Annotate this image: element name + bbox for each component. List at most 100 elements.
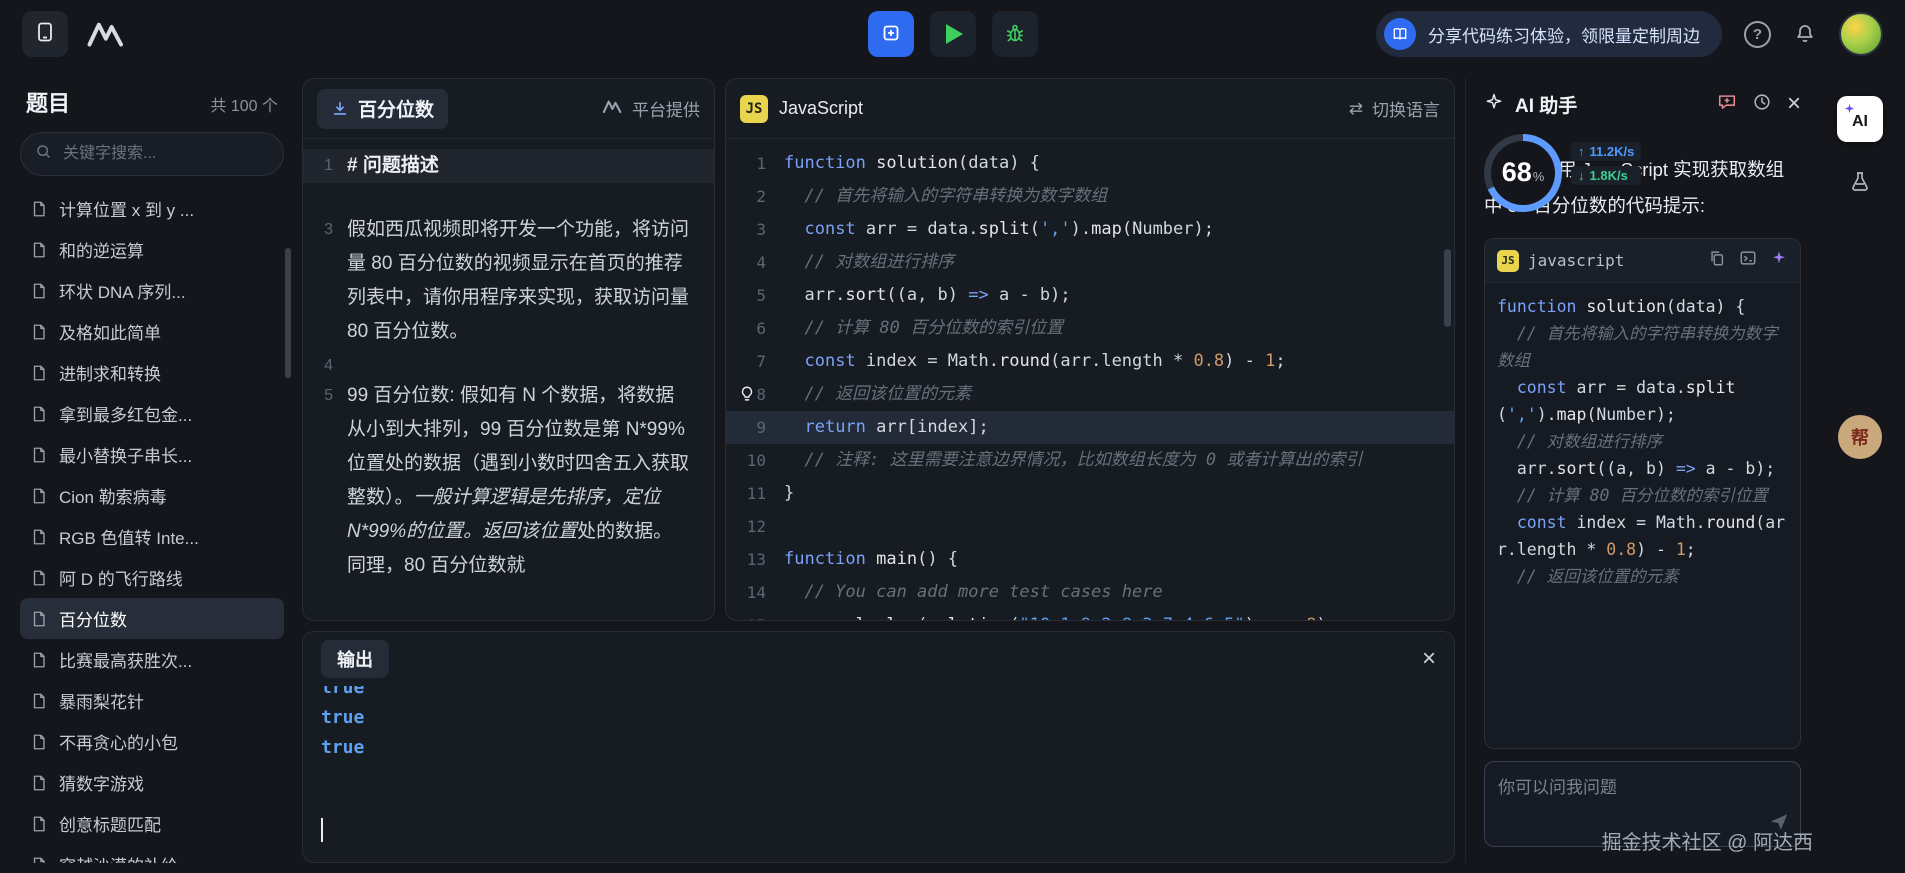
code-token: 1 xyxy=(1265,351,1275,371)
sidebar-item[interactable]: 暴雨梨花针 xyxy=(20,680,284,721)
sidebar-item[interactable]: 穿越沙漠的补给... xyxy=(20,844,284,863)
terminal-cursor xyxy=(321,818,323,842)
code-token: const xyxy=(804,219,855,239)
code-token: (data) { xyxy=(958,153,1040,173)
lightbulb-icon[interactable] xyxy=(738,385,756,407)
language-tab[interactable]: JS JavaScript xyxy=(740,95,863,123)
main: 题目 共 100 个 计算位置 x 到 y ...和的逆运算环状 DNA 序列.… xyxy=(0,68,1905,873)
network-speeds: ↑11.2K/s ↓1.8K/s xyxy=(1571,142,1641,212)
output-line: true xyxy=(321,733,1454,763)
output-line: true xyxy=(321,686,1454,703)
sidebar-item[interactable]: Cion 勒索病毒 xyxy=(20,475,284,516)
download-speed-badge: ↓1.8K/s xyxy=(1571,166,1641,185)
code-editor[interactable]: 1function solution(data) {2 // 首先将输入的字符串… xyxy=(726,139,1454,620)
sidebar: 题目 共 100 个 计算位置 x 到 y ...和的逆运算环状 DNA 序列.… xyxy=(12,78,292,863)
sidebar-item[interactable]: 进制求和转换 xyxy=(20,352,284,393)
code-token: function xyxy=(1497,297,1586,316)
code-token: ) - xyxy=(1224,351,1265,371)
problem-panel: 百分位数 平台提供 1# 问题描述3假如西瓜视频即将开发一个功能，将访问量 80… xyxy=(302,78,715,621)
help-float-badge[interactable]: 帮 xyxy=(1838,415,1882,459)
sidebar-item[interactable]: 阿 D 的飞行路线 xyxy=(20,557,284,598)
ai-code-line: function solution(data) { xyxy=(1497,293,1788,320)
search-box[interactable] xyxy=(20,132,284,176)
sidebar-item[interactable]: 和的逆运算 xyxy=(20,229,284,270)
sidebar-item-label: 不再贪心的小包 xyxy=(59,729,178,754)
help-icon[interactable]: ? xyxy=(1744,21,1771,48)
document-icon xyxy=(30,692,48,710)
code-token: main xyxy=(876,549,917,569)
document-icon xyxy=(30,282,48,300)
insert-button[interactable] xyxy=(868,11,914,57)
sidebar-item[interactable]: 计算位置 x 到 y ... xyxy=(20,188,284,229)
document-icon xyxy=(30,569,48,587)
promo-banner[interactable]: 分享代码练习体验，领限量定制周边 xyxy=(1376,11,1722,57)
new-chat-icon[interactable] xyxy=(1717,92,1737,117)
sidebar-item-label: 穿越沙漠的补给... xyxy=(59,852,192,863)
sidebar-item-label: 及格如此简单 xyxy=(59,319,161,344)
insert-code-icon[interactable] xyxy=(1739,249,1757,272)
magic-sparkle-icon[interactable] xyxy=(1770,249,1788,272)
ai-code-line: const arr = data.split(',').map(Number); xyxy=(1497,374,1788,428)
run-button[interactable] xyxy=(930,11,976,57)
sidebar-item[interactable]: 最小替换子串长... xyxy=(20,434,284,475)
output-console[interactable]: truetruetrue xyxy=(303,686,1454,862)
sidebar-item-label: 环状 DNA 序列... xyxy=(59,278,186,303)
ai-code-line: const index = Math.round(arr.length * 0.… xyxy=(1497,509,1788,563)
code-text: function main() { xyxy=(784,543,1454,576)
editor-panel: JS JavaScript ⇄ 切换语言 1function solution(… xyxy=(725,78,1455,621)
close-icon[interactable]: × xyxy=(1787,92,1801,116)
flask-icon[interactable] xyxy=(1848,170,1872,199)
app: 分享代码练习体验，领限量定制周边 ? 题目 共 100 个 计算位置 x 到 y… xyxy=(0,0,1905,873)
square-plus-icon xyxy=(881,23,901,46)
progress-widget: 68 % ↑11.2K/s ↓1.8K/s xyxy=(1484,134,1641,212)
progress-unit: % xyxy=(1533,169,1545,184)
avatar[interactable] xyxy=(1839,12,1883,56)
topbar-left xyxy=(22,11,128,57)
sidebar-item[interactable]: 猜数字游戏 xyxy=(20,762,284,803)
ai-code-body: function solution(data) { // 首先将输入的字符串转换… xyxy=(1485,283,1800,600)
sidebar-item[interactable]: 不再贪心的小包 xyxy=(20,721,284,762)
switch-language-button[interactable]: ⇄ 切换语言 xyxy=(1349,96,1440,121)
editor-scrollbar[interactable] xyxy=(1444,249,1451,327)
code-line: 5 arr.sort((a, b) => a - b); xyxy=(726,279,1454,312)
document-icon xyxy=(30,733,48,751)
code-token xyxy=(1497,513,1517,532)
ai-code-line: // 对数组进行排序 xyxy=(1497,428,1788,455)
sidebar-scrollbar[interactable] xyxy=(285,248,291,378)
code-token: solution xyxy=(1586,297,1665,316)
line-number: 9 xyxy=(726,411,784,444)
tablet-icon xyxy=(34,21,56,48)
code-token: ( xyxy=(917,615,927,620)
editor-header: JS JavaScript ⇄ 切换语言 xyxy=(726,79,1454,139)
bell-icon[interactable] xyxy=(1793,22,1817,46)
sidebar-item[interactable]: RGB 色值转 Inte... xyxy=(20,516,284,557)
history-icon[interactable] xyxy=(1752,92,1772,117)
code-token: arr. xyxy=(1497,459,1557,478)
sidebar-item[interactable]: 百分位数 xyxy=(20,598,284,639)
sidebar-item[interactable]: 创意标题匹配 xyxy=(20,803,284,844)
line-number: 5 xyxy=(726,279,784,312)
problem-header: 百分位数 平台提供 xyxy=(303,79,714,139)
code-text: console.log(solution("10,1,9,2,8,3,7,4,6… xyxy=(784,609,1454,620)
close-icon[interactable]: × xyxy=(1422,647,1436,671)
book-icon xyxy=(1384,18,1416,50)
window-button[interactable] xyxy=(22,11,68,57)
app-logo[interactable] xyxy=(86,20,128,48)
problem-list: 计算位置 x 到 y ...和的逆运算环状 DNA 序列... 及格如此简单进制求… xyxy=(20,188,284,863)
copy-icon[interactable] xyxy=(1708,249,1726,272)
download-speed: 1.8K/s xyxy=(1590,168,1628,183)
debug-button[interactable] xyxy=(992,11,1038,57)
sidebar-item[interactable]: 拿到最多红包金... xyxy=(20,393,284,434)
sidebar-item-label: 创意标题匹配 xyxy=(59,811,161,836)
code-text: const arr = data.split(',').map(Number); xyxy=(784,213,1454,246)
document-icon xyxy=(30,405,48,423)
sidebar-item[interactable]: 比赛最高获胜次... xyxy=(20,639,284,680)
js-badge-icon: JS xyxy=(740,95,768,123)
search-input[interactable] xyxy=(61,144,269,164)
sidebar-item[interactable]: 环状 DNA 序列... xyxy=(20,270,284,311)
code-token: map xyxy=(1091,219,1122,239)
ai-assistant-fab[interactable]: AI xyxy=(1837,96,1883,142)
sparkle-icon xyxy=(1484,92,1504,117)
problem-text xyxy=(347,183,714,213)
sidebar-item[interactable]: 及格如此简单 xyxy=(20,311,284,352)
